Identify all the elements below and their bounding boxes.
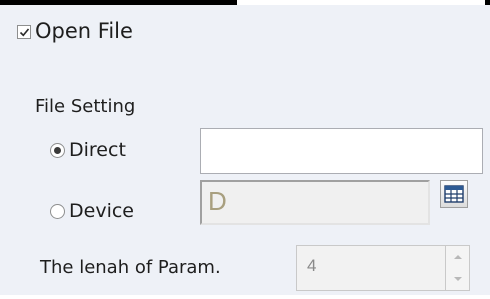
device-browse-button[interactable] xyxy=(440,180,468,208)
bottom-edge-strip xyxy=(0,295,490,299)
device-radio-label[interactable]: Device xyxy=(69,198,134,224)
direct-radio[interactable] xyxy=(50,143,65,158)
spin-down-icon xyxy=(454,277,462,281)
open-file-label[interactable]: Open File xyxy=(35,17,133,45)
radio-selected-dot xyxy=(54,147,61,154)
spin-up-button[interactable] xyxy=(446,246,469,268)
spin-up-icon xyxy=(454,255,462,259)
open-file-checkbox[interactable] xyxy=(17,25,31,39)
file-setting-title: File Setting xyxy=(35,96,136,117)
param-length-label: The lenah of Param. xyxy=(40,257,221,278)
device-input[interactable]: D xyxy=(200,180,430,225)
grid-calendar-icon xyxy=(444,185,464,203)
direct-path-input[interactable] xyxy=(200,128,483,174)
checkmark-icon xyxy=(19,28,30,37)
param-length-input[interactable]: 4 xyxy=(296,245,446,291)
param-length-spinner[interactable] xyxy=(446,245,470,291)
spin-down-button[interactable] xyxy=(446,268,469,290)
device-radio[interactable] xyxy=(50,204,65,219)
direct-radio-label[interactable]: Direct xyxy=(69,137,126,163)
